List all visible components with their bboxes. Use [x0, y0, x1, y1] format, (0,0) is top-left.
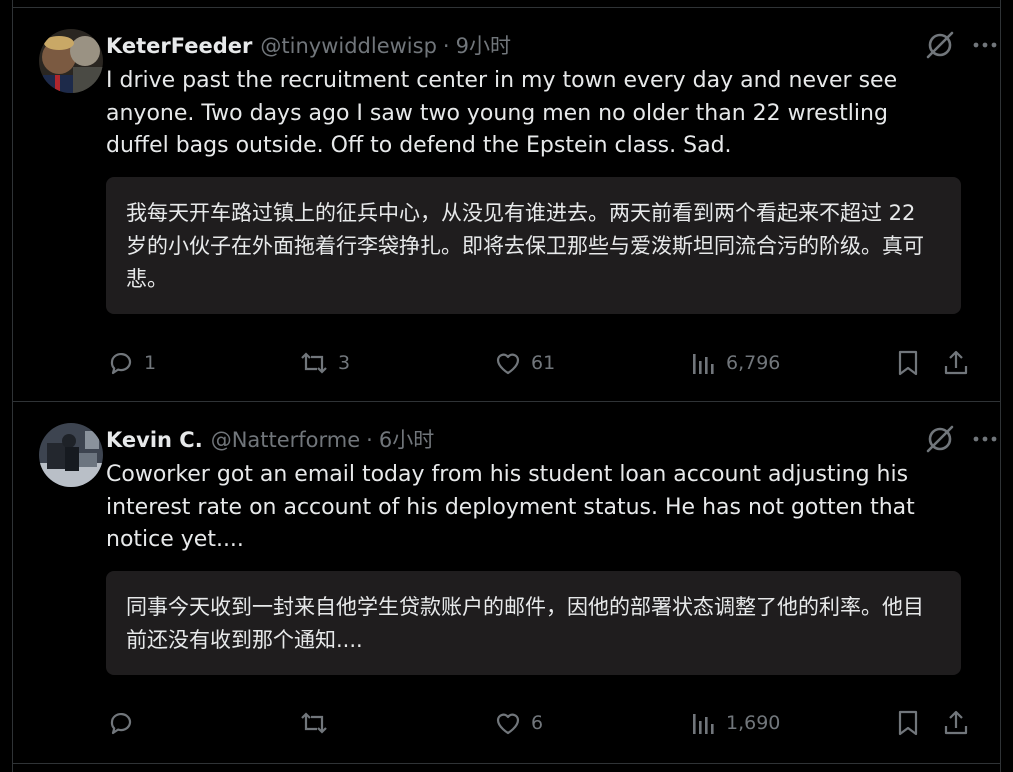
bookmark-button[interactable]: [893, 708, 923, 738]
grok-icon[interactable]: [925, 424, 955, 458]
reply-button[interactable]: 1: [106, 348, 156, 378]
bookmark-icon: [893, 348, 923, 378]
like-button[interactable]: 61: [493, 348, 555, 378]
separator-dot: ·: [442, 34, 450, 58]
like-count: 6: [531, 712, 544, 734]
retweet-count: 3: [338, 352, 351, 374]
share-icon: [941, 708, 971, 738]
tweet-header: KeterFeeder @tinywiddlewisp · 9小时: [106, 30, 511, 60]
share-button[interactable]: [941, 708, 971, 738]
top-divider: [12, 7, 1001, 8]
share-icon: [941, 348, 971, 378]
tweet-text: Coworker got an email today from his stu…: [106, 462, 915, 552]
tweet-divider: [12, 401, 1001, 402]
view-count: 1,690: [726, 712, 781, 734]
reply-count: 1: [144, 352, 157, 374]
retweet-icon: [298, 348, 330, 378]
retweet-button[interactable]: [298, 708, 338, 738]
display-name[interactable]: KeterFeeder: [106, 34, 252, 58]
more-options-icon[interactable]: [971, 31, 999, 63]
tweet-divider: [12, 763, 1001, 764]
tweet-top-icons: [925, 424, 999, 458]
display-name[interactable]: Kevin C.: [106, 428, 203, 452]
tweet-text: I drive past the recruitment center in m…: [106, 68, 898, 158]
column-border-left: [12, 0, 13, 772]
separator-dot: ·: [366, 428, 373, 452]
bookmark-icon: [893, 708, 923, 738]
retweet-icon: [298, 708, 330, 738]
analytics-icon: [690, 348, 718, 378]
bookmark-button[interactable]: [893, 348, 923, 378]
like-button[interactable]: 6: [493, 708, 543, 738]
retweet-button[interactable]: 3: [298, 348, 350, 378]
user-handle[interactable]: @Natterforme: [211, 428, 360, 452]
tweet-actions: 1 3 61 6,796: [106, 348, 1013, 384]
like-count: 61: [531, 352, 556, 374]
heart-icon: [493, 348, 523, 378]
views-button[interactable]: 1,690: [690, 708, 780, 738]
timestamp[interactable]: 9小时: [456, 30, 511, 60]
tweet-top-icons: [925, 30, 999, 64]
user-handle[interactable]: @tinywiddlewisp: [260, 34, 437, 58]
timestamp[interactable]: 6小时: [379, 424, 434, 454]
grok-icon[interactable]: [925, 30, 955, 64]
view-count: 6,796: [726, 352, 781, 374]
more-options-icon[interactable]: [971, 425, 999, 457]
translation-box: 我每天开车路过镇上的征兵中心，从没见有谁进去。两天前看到两个看起来不超过 22 …: [106, 177, 961, 314]
reply-button[interactable]: [106, 708, 144, 738]
tweet-header: Kevin C. @Natterforme · 6小时: [106, 424, 434, 454]
heart-icon: [493, 708, 523, 738]
analytics-icon: [690, 708, 718, 738]
share-button[interactable]: [941, 348, 971, 378]
avatar[interactable]: [39, 423, 103, 487]
translation-box: 同事今天收到一封来自他学生贷款账户的邮件，因他的部署状态调整了他的利率。他目前还…: [106, 571, 961, 675]
tweet-actions: 6 1,690: [106, 708, 1013, 744]
views-button[interactable]: 6,796: [690, 348, 780, 378]
avatar[interactable]: [39, 29, 103, 93]
column-border-right: [1000, 0, 1001, 772]
reply-icon: [106, 348, 136, 378]
reply-icon: [106, 708, 136, 738]
